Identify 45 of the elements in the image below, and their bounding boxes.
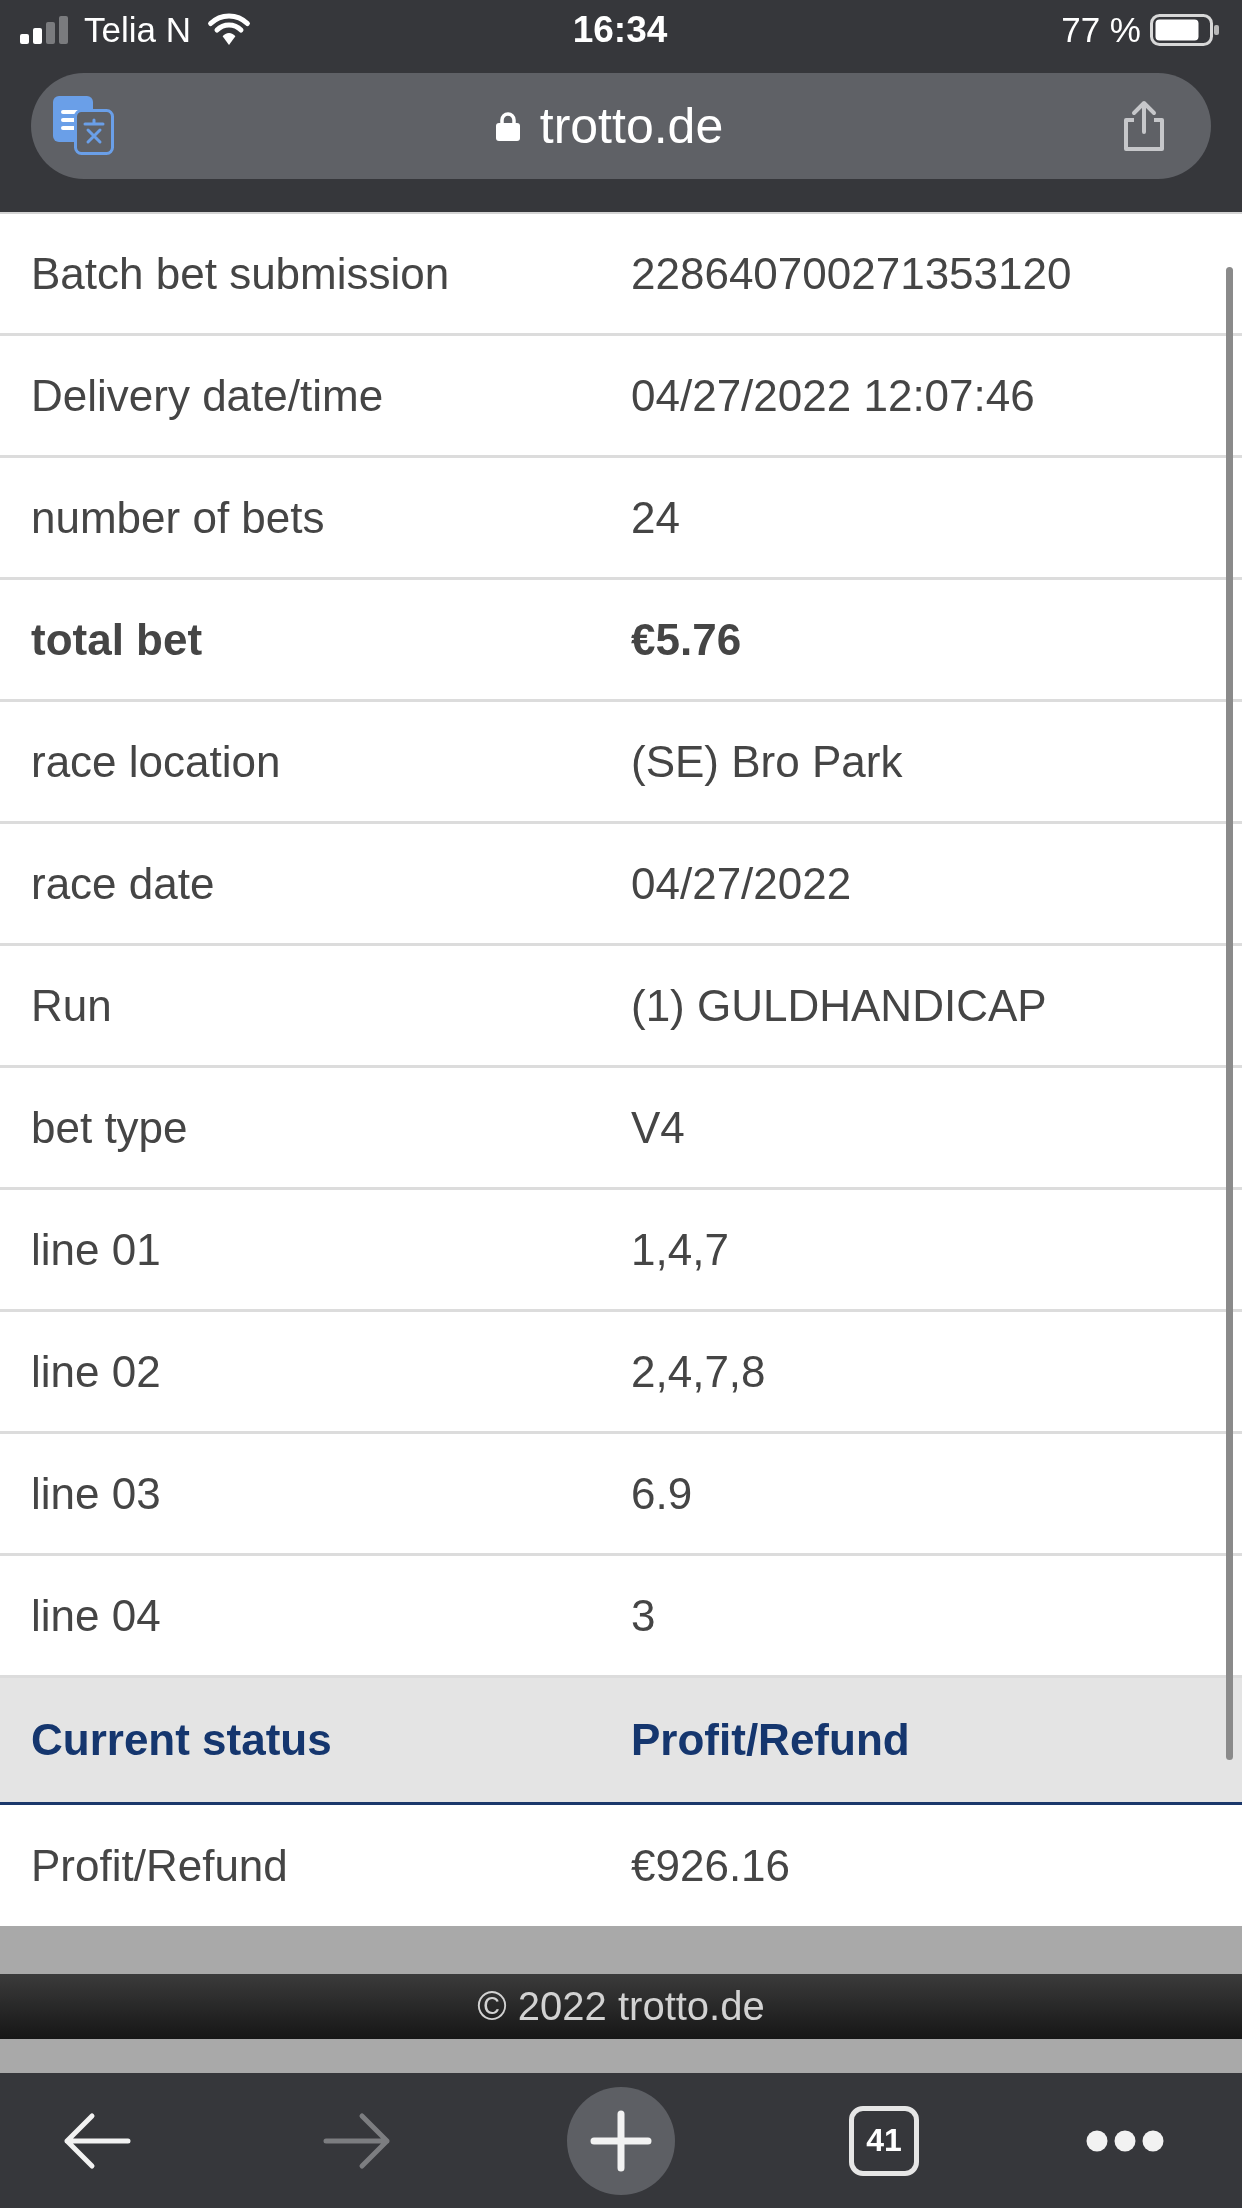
field-label: race location: [31, 736, 282, 787]
field-label: Profit/Refund: [31, 1840, 289, 1891]
plus-icon: [590, 2109, 652, 2172]
column-heading: Profit/Refund: [631, 1715, 910, 1765]
field-label: line 01: [31, 1224, 162, 1275]
battery-percent: 77 %: [1061, 10, 1141, 50]
field-label: Run: [31, 980, 113, 1031]
address-bar[interactable]: trotto.de: [31, 73, 1211, 179]
scrollbar[interactable]: [1226, 267, 1233, 1760]
url-text[interactable]: trotto.de: [539, 97, 724, 155]
carrier-name: Telia N: [84, 10, 191, 50]
share-icon[interactable]: [1122, 100, 1166, 152]
translate-icon[interactable]: [53, 96, 115, 156]
field-label: line 04: [31, 1590, 162, 1641]
field-value: 04/27/2022 12:07:46: [631, 370, 1035, 421]
field-value: (1) GULDHANDICAP: [631, 980, 1047, 1031]
more-icon[interactable]: [1086, 2129, 1164, 2152]
field-value: (SE) Bro Park: [631, 736, 903, 787]
field-label: number of bets: [31, 492, 326, 543]
field-value: 24: [631, 492, 680, 543]
field-label: bet type: [31, 1102, 189, 1153]
field-label: Delivery date/time: [31, 370, 385, 421]
field-label: line 03: [31, 1468, 162, 1519]
field-label: line 02: [31, 1346, 162, 1397]
wifi-icon: [205, 13, 253, 47]
clock-time: 16:34: [572, 9, 668, 51]
field-value: 2,4,7,8: [631, 1346, 766, 1397]
field-label: Batch bet submission: [31, 248, 451, 299]
column-heading: Current status: [31, 1715, 333, 1765]
field-value: 1,4,7: [631, 1224, 729, 1275]
battery-icon: [1150, 14, 1220, 46]
field-label: race date: [31, 858, 216, 909]
copyright-text: © 2022 trotto.de: [477, 1984, 765, 2029]
tab-count-button[interactable]: 41: [849, 2105, 919, 2176]
back-arrow-icon[interactable]: [62, 2110, 132, 2171]
signal-icon: [20, 16, 70, 44]
field-value: 228640700271353120: [631, 248, 1072, 299]
field-value: €5.76: [631, 614, 742, 665]
field-label: total bet: [31, 614, 204, 665]
field-value: €926.16: [631, 1840, 791, 1891]
lock-icon: [495, 111, 520, 141]
field-value: 04/27/2022: [631, 858, 852, 909]
field-value: V4: [631, 1102, 685, 1153]
field-value: 6.9: [631, 1468, 693, 1519]
field-value: 3: [631, 1590, 656, 1641]
